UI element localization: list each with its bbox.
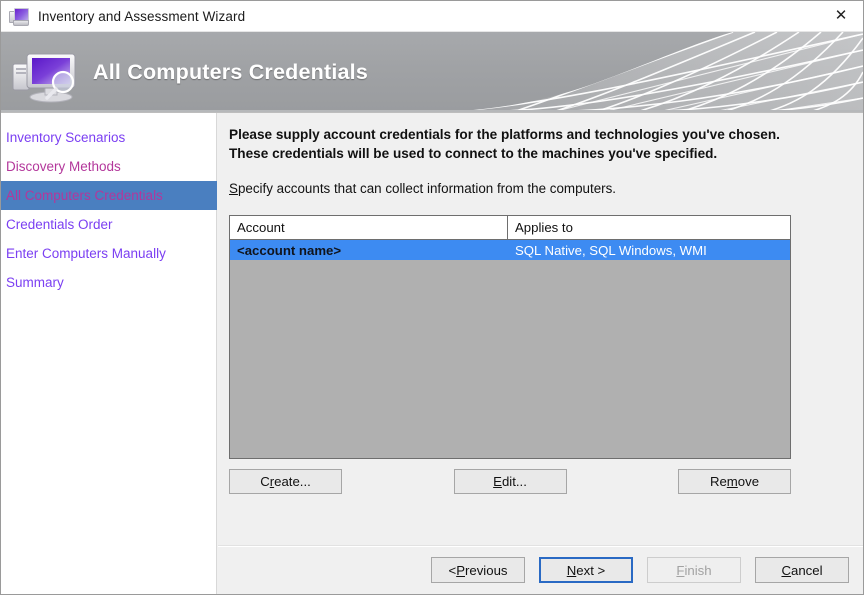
sidebar-item-credentials-order[interactable]: Credentials Order xyxy=(1,210,216,239)
next-label-post: ext > xyxy=(576,563,605,578)
window-title: Inventory and Assessment Wizard xyxy=(38,9,245,24)
sidebar-item-enter-computers-manually[interactable]: Enter Computers Manually xyxy=(1,239,216,268)
sidebar-item-label: Credentials Order xyxy=(6,217,113,232)
wizard-steps-sidebar: Inventory Scenarios Discovery Methods Al… xyxy=(1,113,217,595)
wizard-window: Inventory and Assessment Wizard ✕ xyxy=(0,0,864,595)
wizard-navigation: < Previous Next > Finish Cancel xyxy=(431,557,849,583)
computer-monitor-icon xyxy=(8,5,30,27)
instruction-text: Please supply account credentials for th… xyxy=(229,125,807,164)
sidebar-item-discovery-methods[interactable]: Discovery Methods xyxy=(1,152,216,181)
remove-label-pre: Re xyxy=(710,474,727,489)
computer-with-magnifier-icon xyxy=(11,46,85,104)
edit-button[interactable]: Edit... xyxy=(454,469,567,494)
sidebar-item-all-computers-credentials[interactable]: All Computers Credentials xyxy=(1,181,217,210)
wizard-content: Please supply account credentials for th… xyxy=(217,113,863,595)
sidebar-item-summary[interactable]: Summary xyxy=(1,268,216,297)
cancel-label-post: ancel xyxy=(791,563,823,578)
cell-applies-to: SQL Native, SQL Windows, WMI xyxy=(508,243,790,258)
edit-label-accesskey: E xyxy=(493,474,502,489)
footer-divider xyxy=(218,545,863,547)
next-button[interactable]: Next > xyxy=(539,557,633,583)
remove-label-accesskey: m xyxy=(727,474,738,489)
sidebar-item-inventory-scenarios[interactable]: Inventory Scenarios xyxy=(1,123,216,152)
title-bar: Inventory and Assessment Wizard ✕ xyxy=(1,1,863,32)
banner-mesh-decoration xyxy=(403,32,863,112)
remove-label-post: ove xyxy=(738,474,759,489)
sidebar-item-label: Discovery Methods xyxy=(6,159,121,174)
sidebar-item-label: Enter Computers Manually xyxy=(6,246,166,261)
sidebar-item-label: Summary xyxy=(6,275,64,290)
remove-button[interactable]: Remove xyxy=(678,469,791,494)
column-header-account[interactable]: Account xyxy=(230,216,508,239)
edit-label-post: dit... xyxy=(502,474,527,489)
credentials-list[interactable]: Account Applies to <account name> SQL Na… xyxy=(229,215,791,459)
list-caption-rest: pecify accounts that can collect informa… xyxy=(238,181,616,196)
list-action-buttons: Create... Edit... Remove xyxy=(229,469,791,494)
previous-label-accesskey: P xyxy=(456,563,465,578)
next-label-accesskey: N xyxy=(567,563,577,578)
cell-account: <account name> xyxy=(230,243,508,258)
cancel-label-accesskey: C xyxy=(781,563,791,578)
sidebar-item-label: Inventory Scenarios xyxy=(6,130,125,145)
create-label-post: eate... xyxy=(274,474,311,489)
finish-label-accesskey: F xyxy=(676,563,684,578)
list-caption: Specify accounts that can collect inform… xyxy=(229,181,863,196)
finish-label-post: inish xyxy=(684,563,711,578)
list-header-row: Account Applies to xyxy=(230,216,790,240)
create-button[interactable]: Create... xyxy=(229,469,342,494)
previous-label-post: revious xyxy=(465,563,508,578)
banner-heading: All Computers Credentials xyxy=(93,32,368,112)
wizard-banner: All Computers Credentials xyxy=(1,32,863,113)
cancel-button[interactable]: Cancel xyxy=(755,557,849,583)
finish-button: Finish xyxy=(647,557,741,583)
sidebar-item-label: All Computers Credentials xyxy=(6,188,163,203)
column-header-applies-to[interactable]: Applies to xyxy=(508,216,790,239)
wizard-body: Inventory Scenarios Discovery Methods Al… xyxy=(1,113,863,595)
previous-label-pre: < xyxy=(448,563,456,578)
table-row[interactable]: <account name> SQL Native, SQL Windows, … xyxy=(230,240,790,260)
close-icon[interactable]: ✕ xyxy=(819,1,863,30)
list-caption-accesskey: S xyxy=(229,181,238,196)
previous-button[interactable]: < Previous xyxy=(431,557,525,583)
create-label-pre: C xyxy=(260,474,270,489)
